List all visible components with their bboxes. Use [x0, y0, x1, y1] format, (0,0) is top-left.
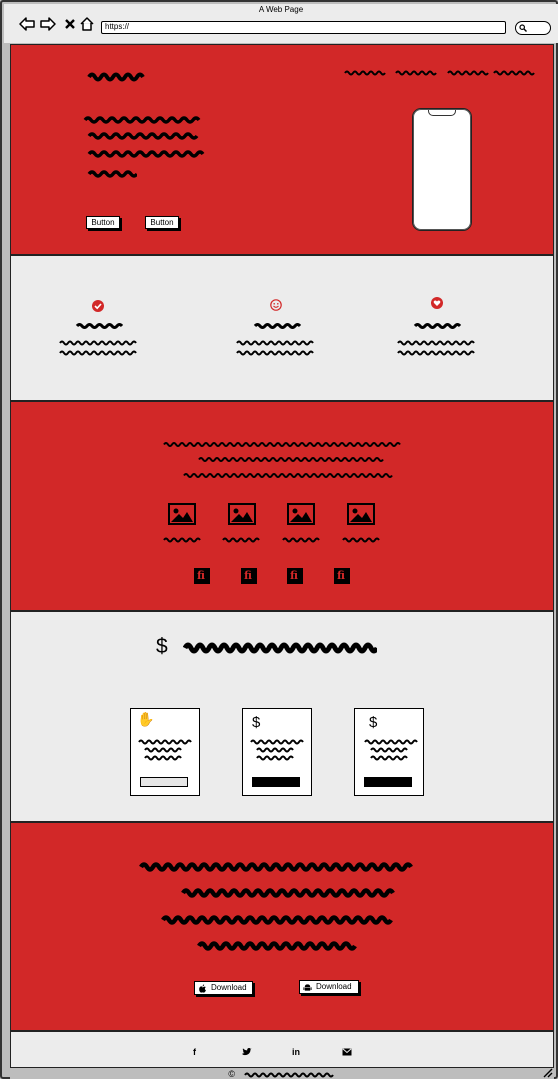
- apple-icon: [199, 984, 206, 993]
- image-placeholder-icon: [347, 503, 375, 525]
- close-icon[interactable]: [61, 15, 79, 33]
- features-section: [10, 255, 554, 401]
- hero-text-line-1: [83, 116, 201, 124]
- download-ios-label: Download: [211, 983, 247, 992]
- pricing-card-1[interactable]: ✋: [130, 708, 200, 796]
- hero-text-line-2: [87, 132, 199, 140]
- image-caption-2: [222, 537, 260, 543]
- image-caption-3: [282, 537, 320, 543]
- nav-link-2[interactable]: [395, 70, 437, 76]
- feature-desc-1b: [59, 350, 137, 356]
- phone-notch: [428, 110, 456, 116]
- feature-title-3: [413, 323, 461, 329]
- feature-desc-1a: [59, 340, 137, 346]
- gallery-text-line-3: [183, 473, 393, 478]
- copyright-symbol: ©: [228, 1069, 236, 1079]
- nav-link-1[interactable]: [344, 70, 386, 76]
- hero-text-line-3: [87, 150, 205, 158]
- hero-text-line-4: [87, 170, 137, 178]
- hero-button-2[interactable]: Button: [145, 216, 179, 229]
- pricing-card-2[interactable]: $: [242, 708, 312, 796]
- browser-window: A Web Page https:// Button Button fi fi …: [0, 0, 558, 1079]
- footer-social-bar: [10, 1031, 554, 1067]
- gallery-text-line-2: [198, 457, 384, 462]
- search-field[interactable]: [515, 21, 551, 35]
- browser-toolbar: A Web Page https://: [4, 4, 558, 43]
- window-title: A Web Page: [258, 5, 304, 14]
- search-icon: [519, 24, 527, 32]
- download-android-button[interactable]: Download: [299, 980, 359, 994]
- image-caption-4: [342, 537, 380, 543]
- feature-desc-3a: [397, 340, 475, 346]
- cta-text-line-2: [181, 888, 395, 898]
- copyright-text: [243, 1072, 334, 1078]
- dollar-icon: $: [252, 714, 261, 731]
- feature-title-2: [253, 323, 301, 329]
- image-placeholder-icon: [228, 503, 256, 525]
- forward-icon[interactable]: [39, 15, 57, 33]
- image-placeholder-icon: [168, 503, 196, 525]
- cta-text-line-4: [197, 941, 357, 951]
- check-circle-icon: [92, 300, 104, 312]
- hero-section: Button Button: [10, 44, 554, 255]
- feature-desc-3b: [397, 350, 475, 356]
- card-1-text: [138, 739, 192, 761]
- smiley-icon: [270, 299, 282, 311]
- url-input[interactable]: https://: [101, 21, 506, 34]
- facebook-icon[interactable]: f: [193, 1047, 196, 1057]
- twitter-icon[interactable]: [242, 1047, 252, 1058]
- hand-pointer-icon: ✋: [137, 712, 155, 728]
- phone-mockup: [412, 108, 472, 231]
- image-placeholder-icon: [287, 503, 315, 525]
- pricing-heading: [183, 642, 377, 654]
- pricing-section: $ ✋ $ $: [10, 611, 554, 822]
- card-3-button[interactable]: [364, 777, 412, 787]
- hero-button-1[interactable]: Button: [86, 216, 120, 229]
- image-caption-1: [163, 537, 201, 543]
- download-ios-button[interactable]: Download: [194, 981, 253, 995]
- cta-text-line-1: [139, 862, 413, 872]
- social-icon-4[interactable]: fi: [334, 568, 350, 584]
- card-2-text: [250, 739, 304, 761]
- pricing-dollar-icon: $: [156, 635, 168, 658]
- social-icon-1[interactable]: fi: [194, 568, 210, 584]
- heart-icon: [431, 297, 443, 309]
- pricing-card-3[interactable]: $: [354, 708, 424, 796]
- linkedin-icon[interactable]: in: [292, 1047, 300, 1057]
- feature-desc-2b: [236, 350, 314, 356]
- gallery-text-line-1: [163, 442, 401, 447]
- feature-title-1: [75, 323, 123, 329]
- back-icon[interactable]: [18, 15, 36, 33]
- home-icon[interactable]: [78, 15, 96, 33]
- android-icon: [303, 984, 312, 991]
- nav-link-4[interactable]: [493, 70, 535, 76]
- card-1-button[interactable]: [140, 777, 188, 787]
- card-2-button[interactable]: [252, 777, 300, 787]
- social-icon-2[interactable]: fi: [241, 568, 257, 584]
- download-android-label: Download: [316, 982, 352, 991]
- nav-link-3[interactable]: [447, 70, 489, 76]
- resize-grip-icon[interactable]: [543, 1068, 553, 1078]
- download-section: Download Download: [10, 822, 554, 1031]
- cta-text-line-3: [161, 915, 393, 925]
- copyright-bar: ©: [10, 1067, 554, 1079]
- dollar-icon: $: [369, 714, 378, 731]
- card-3-text: [364, 739, 418, 761]
- social-icon-3[interactable]: fi: [287, 568, 303, 584]
- logo-scribble: [87, 72, 145, 82]
- gallery-section: fi fi fi fi: [10, 401, 554, 611]
- feature-desc-2a: [236, 340, 314, 346]
- mail-icon[interactable]: [342, 1048, 352, 1058]
